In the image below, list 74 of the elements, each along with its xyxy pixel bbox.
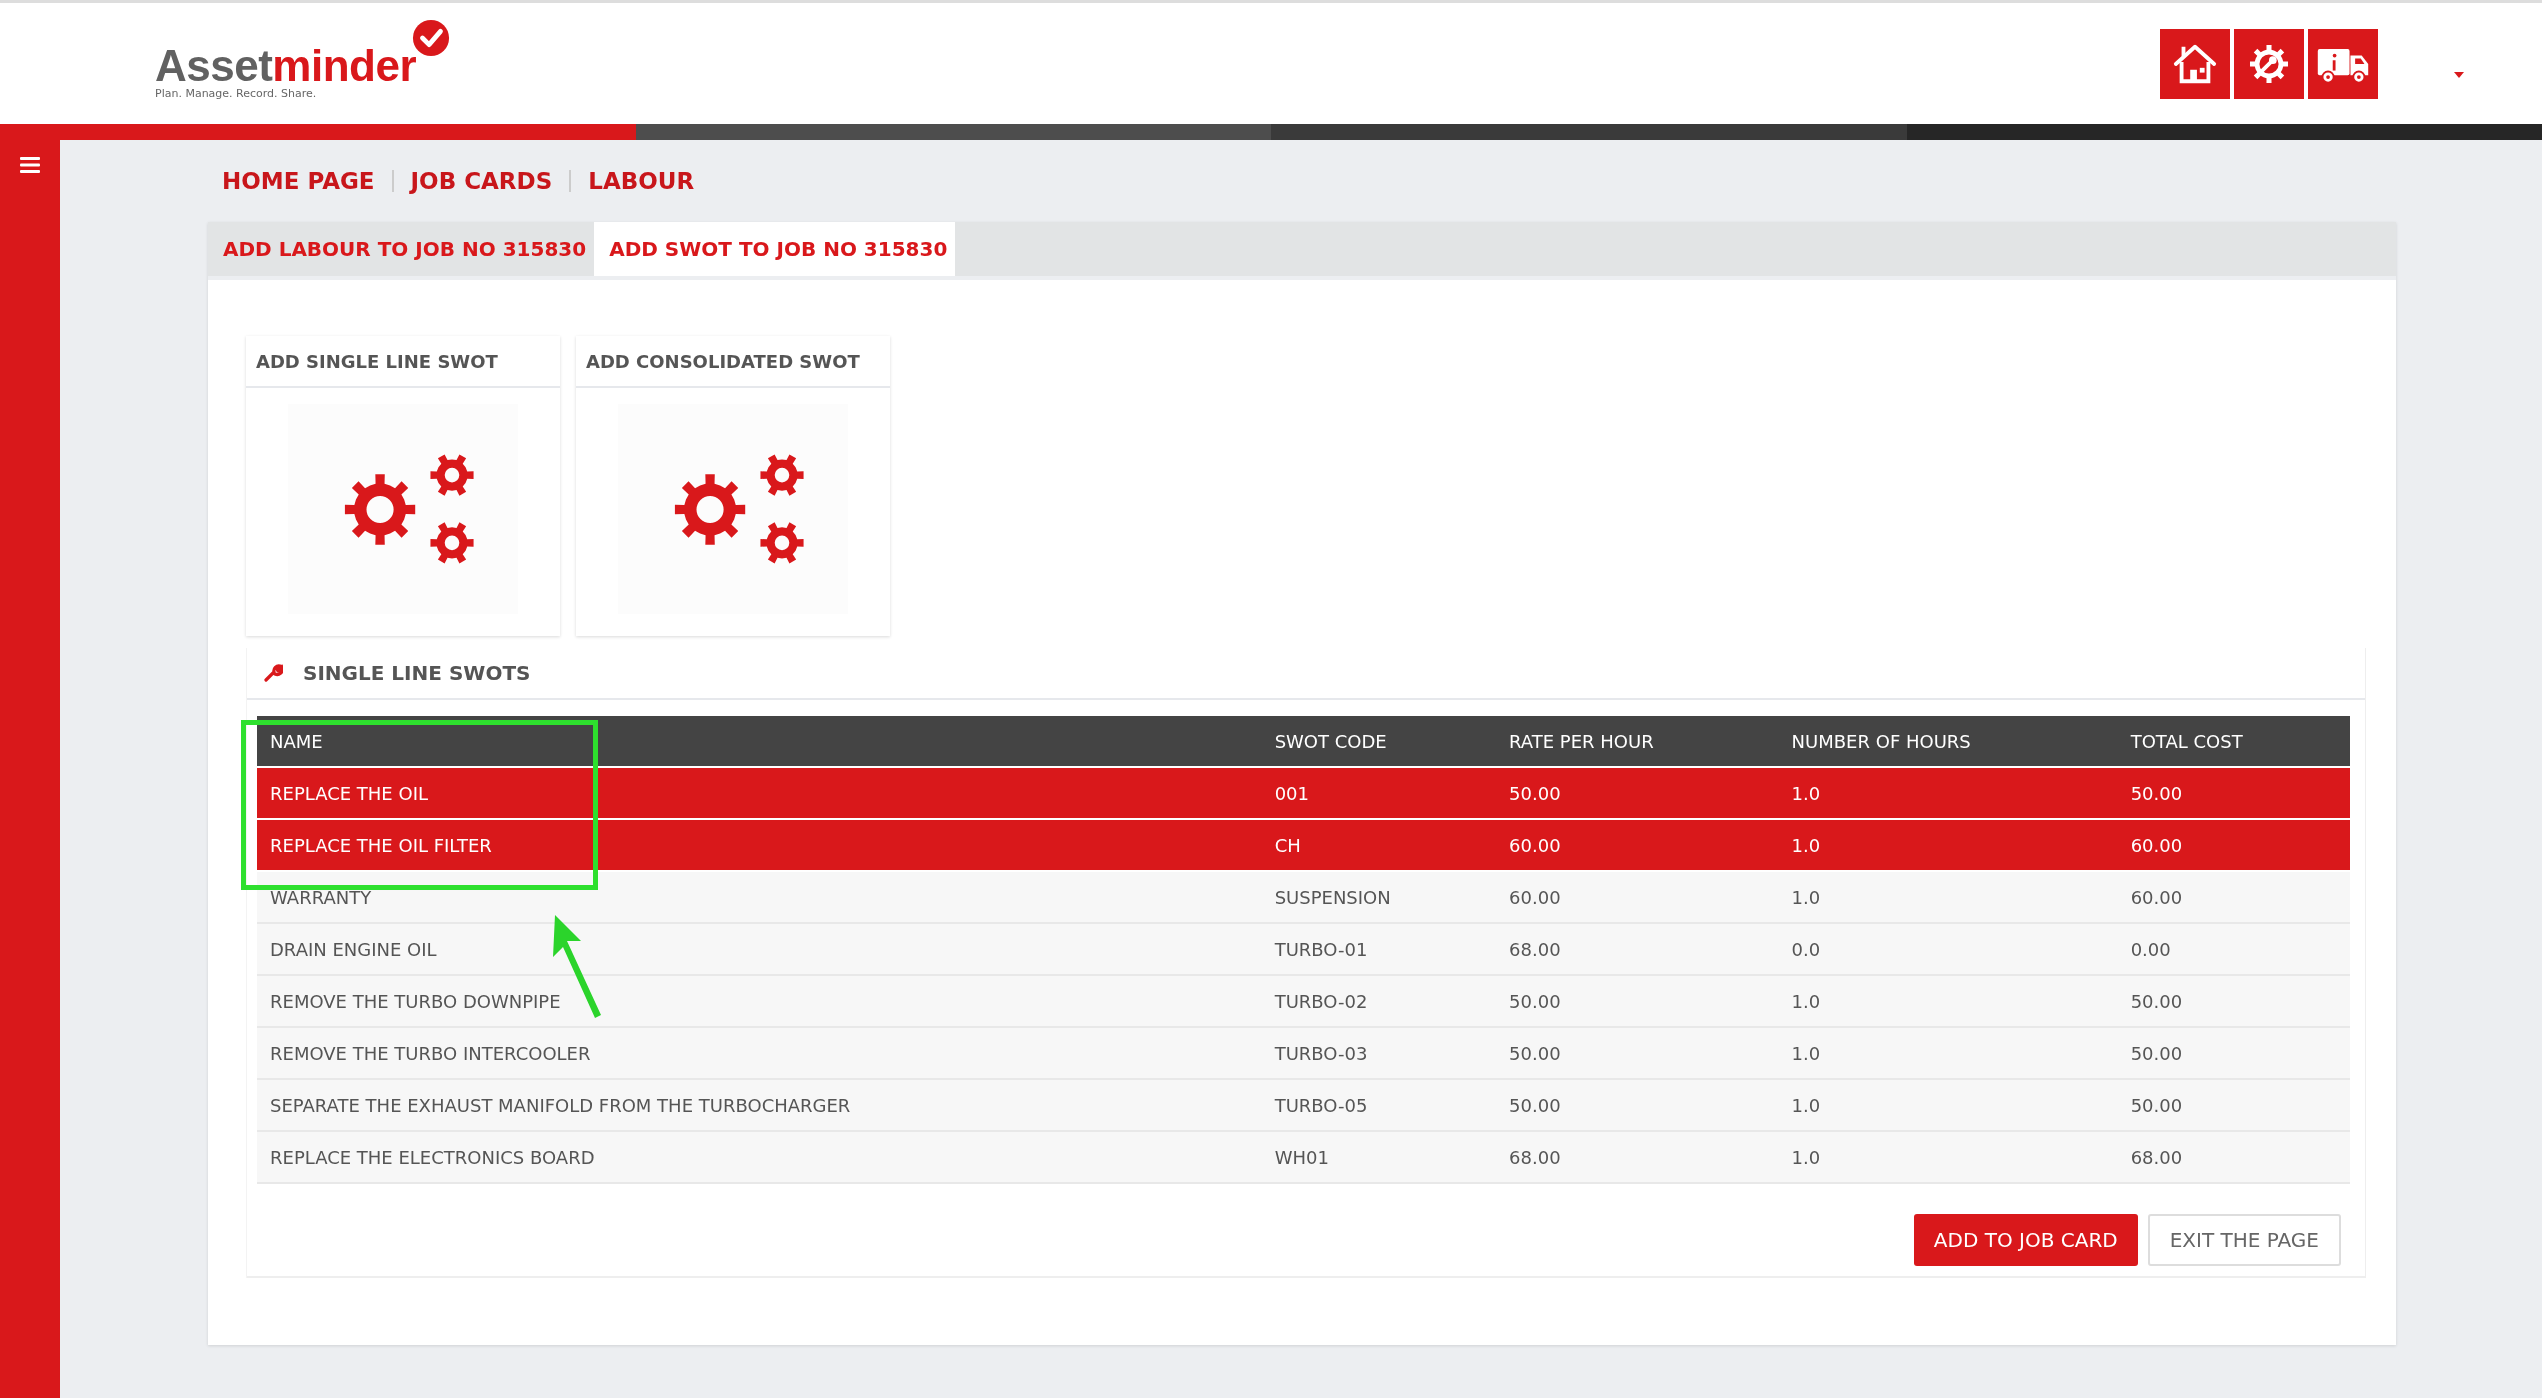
card-title: ADD SINGLE LINE SWOT xyxy=(246,336,560,388)
table-cell: 0.0 xyxy=(1778,923,2118,975)
table-cell: WH01 xyxy=(1261,1131,1497,1183)
table-cell: 68.00 xyxy=(1496,1131,1779,1183)
column-header: NAME xyxy=(257,716,1262,767)
table-cell: TURBO-05 xyxy=(1261,1079,1497,1131)
table-cell: REMOVE THE TURBO DOWNPIPE xyxy=(257,975,1262,1027)
table-cell: SEPARATE THE EXHAUST MANIFOLD FROM THE TURBOCHARGER xyxy=(257,1079,1262,1131)
tab[interactable]: ADD SWOT TO JOB NO 315830 xyxy=(594,222,956,276)
logo[interactable]: Assetminder Plan. Manage. Record. Share. xyxy=(155,19,451,100)
table-cell: 50.00 xyxy=(2117,1027,2350,1079)
wrench-icon xyxy=(263,663,283,683)
table-cell: 001 xyxy=(1261,767,1497,819)
truck-info-button[interactable] xyxy=(2308,28,2378,99)
table-cell: CH xyxy=(1261,819,1497,871)
tab[interactable]: ADD LABOUR TO JOB NO 315830 xyxy=(208,222,595,276)
breadcrumb-link[interactable]: HOME PAGE xyxy=(222,168,375,194)
table-row[interactable]: DRAIN ENGINE OIL TURBO-01 68.00 0.0 0.00 xyxy=(257,923,2350,975)
table-cell: 50.00 xyxy=(1496,1079,1779,1131)
table-row[interactable]: WARRANTY SUSPENSION 60.00 1.0 60.00 xyxy=(257,871,2350,923)
table-cell: 1.0 xyxy=(1778,1131,2118,1183)
table-cell: 1.0 xyxy=(1778,1079,2118,1131)
table-cell: REPLACE THE ELECTRONICS BOARD xyxy=(257,1131,1262,1183)
logo-wordmark: Assetminder xyxy=(155,41,417,90)
section-title: SINGLE LINE SWOTS xyxy=(303,661,531,685)
card-title: ADD CONSOLIDATED SWOT xyxy=(576,336,890,388)
table-row[interactable]: REPLACE THE ELECTRONICS BOARD WH01 68.00 1.0 68.00 xyxy=(257,1131,2350,1183)
table-cell: 60.00 xyxy=(2117,819,2350,871)
table-cell: 60.00 xyxy=(1496,871,1779,923)
table-cell: 50.00 xyxy=(2117,975,2350,1027)
table-row[interactable]: REMOVE THE TURBO INTERCOOLER TURBO-03 50.00 1.0 50.00 xyxy=(257,1027,2350,1079)
table-cell: 50.00 xyxy=(2117,1079,2350,1131)
table-cell: TURBO-02 xyxy=(1261,975,1497,1027)
add-button[interactable]: ADD TO JOB CARD xyxy=(1913,1214,2138,1266)
column-header: RATE PER HOUR xyxy=(1496,716,1779,767)
table-cell: 60.00 xyxy=(2117,871,2350,923)
table-cell: TURBO-01 xyxy=(1261,923,1497,975)
logo-tagline: Plan. Manage. Record. Share. xyxy=(155,87,318,100)
table-row[interactable]: REMOVE THE TURBO DOWNPIPE TURBO-02 50.00 1.0 50.00 xyxy=(257,975,2350,1027)
table-cell: REMOVE THE TURBO INTERCOOLER xyxy=(257,1027,1262,1079)
table-cell: 0.00 xyxy=(2117,923,2350,975)
table-cell: 1.0 xyxy=(1778,767,2118,819)
table-row[interactable]: REPLACE THE OIL 001 50.00 1.0 50.00 xyxy=(257,767,2350,819)
table-cell: 50.00 xyxy=(2117,767,2350,819)
table-cell: 68.00 xyxy=(1496,923,1779,975)
table-cell: WARRANTY xyxy=(257,871,1262,923)
table-cell: REPLACE THE OIL FILTER xyxy=(257,819,1262,871)
column-header: SWOT CODE xyxy=(1261,716,1497,767)
service-button[interactable] xyxy=(2234,28,2304,99)
swot-card[interactable]: ADD SINGLE LINE SWOT xyxy=(246,336,560,636)
table-cell: 60.00 xyxy=(1496,819,1779,871)
column-header: NUMBER OF HOURS xyxy=(1778,716,2118,767)
table-cell: 1.0 xyxy=(1778,871,2118,923)
table-cell: 1.0 xyxy=(1778,975,2118,1027)
table-row[interactable]: SEPARATE THE EXHAUST MANIFOLD FROM THE TURBOCHARGER TURBO-05 50.00 1.0 50.00 xyxy=(257,1079,2350,1131)
home-button[interactable] xyxy=(2160,28,2230,99)
swot-card[interactable]: ADD CONSOLIDATED SWOT xyxy=(576,336,890,636)
menu-icon[interactable] xyxy=(20,157,40,173)
table-cell: 50.00 xyxy=(1496,975,1779,1027)
table-cell: 68.00 xyxy=(2117,1131,2350,1183)
breadcrumb-link[interactable]: JOB CARDS xyxy=(410,168,553,194)
table-cell: 1.0 xyxy=(1778,819,2118,871)
table-cell: SUSPENSION xyxy=(1261,871,1497,923)
table-row[interactable]: REPLACE THE OIL FILTER CH 60.00 1.0 60.00 xyxy=(257,819,2350,871)
table-cell: 50.00 xyxy=(1496,1027,1779,1079)
table-cell: TURBO-03 xyxy=(1261,1027,1497,1079)
table-cell: DRAIN ENGINE OIL xyxy=(257,923,1262,975)
exit-button[interactable]: EXIT THE PAGE xyxy=(2147,1214,2341,1266)
breadcrumb-link[interactable]: LABOUR xyxy=(588,168,695,194)
table-cell: 1.0 xyxy=(1778,1027,2118,1079)
table-cell: 50.00 xyxy=(1496,767,1779,819)
caret-icon[interactable] xyxy=(2454,71,2464,78)
column-header: TOTAL COST xyxy=(2117,716,2350,767)
table-cell: REPLACE THE OIL xyxy=(257,767,1262,819)
